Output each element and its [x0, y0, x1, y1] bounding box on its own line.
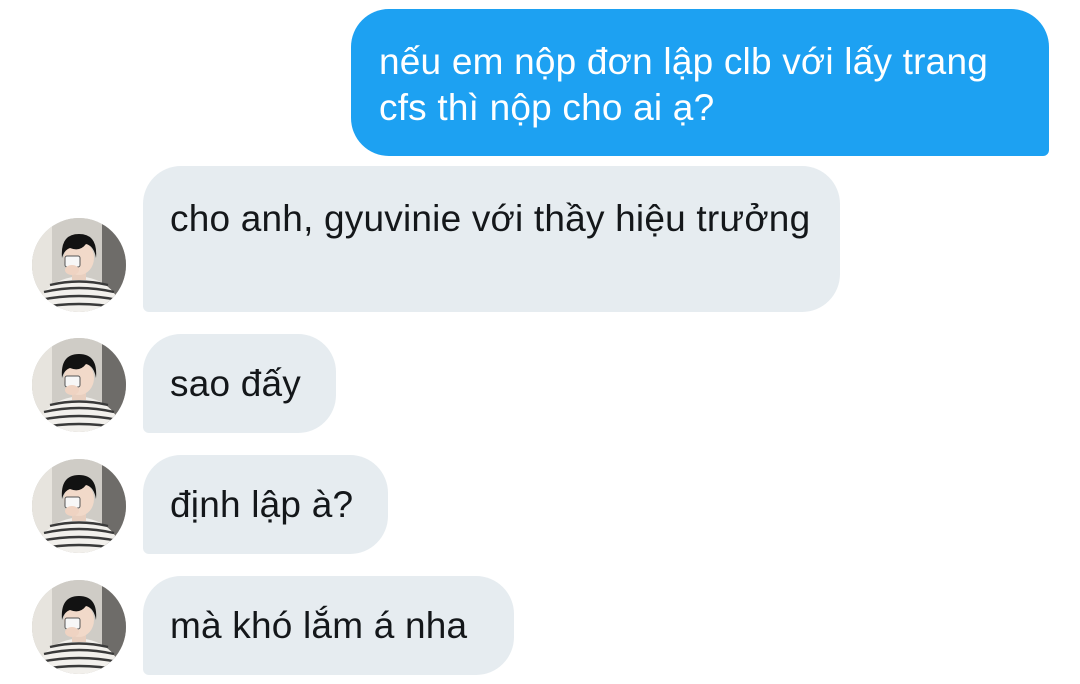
message-text: mà khó lắm á nha [170, 605, 468, 646]
message-text: nếu em nộp đơn lập clb với lấy trang cfs… [379, 41, 989, 128]
message-text: định lập à? [170, 484, 354, 525]
incoming-message-bubble[interactable]: sao đấy [143, 334, 336, 433]
avatar[interactable] [32, 338, 126, 432]
avatar[interactable] [32, 580, 126, 674]
avatar[interactable] [32, 459, 126, 553]
user-avatar-photo-icon [32, 338, 126, 432]
conversation-thread: nếu em nộp đơn lập clb với lấy trang cfs… [0, 0, 1080, 684]
outgoing-message-bubble[interactable]: nếu em nộp đơn lập clb với lấy trang cfs… [351, 9, 1049, 156]
message-text: cho anh, gyuvinie với thầy hiệu trưởng [170, 198, 811, 239]
incoming-message-bubble[interactable]: định lập à? [143, 455, 388, 554]
incoming-message-bubble[interactable]: cho anh, gyuvinie với thầy hiệu trưởng [143, 166, 840, 312]
message-text: sao đấy [170, 363, 301, 404]
user-avatar-photo-icon [32, 580, 126, 674]
user-avatar-photo-icon [32, 459, 126, 553]
incoming-message-bubble[interactable]: mà khó lắm á nha [143, 576, 514, 675]
avatar[interactable] [32, 218, 126, 312]
user-avatar-photo-icon [32, 218, 126, 312]
